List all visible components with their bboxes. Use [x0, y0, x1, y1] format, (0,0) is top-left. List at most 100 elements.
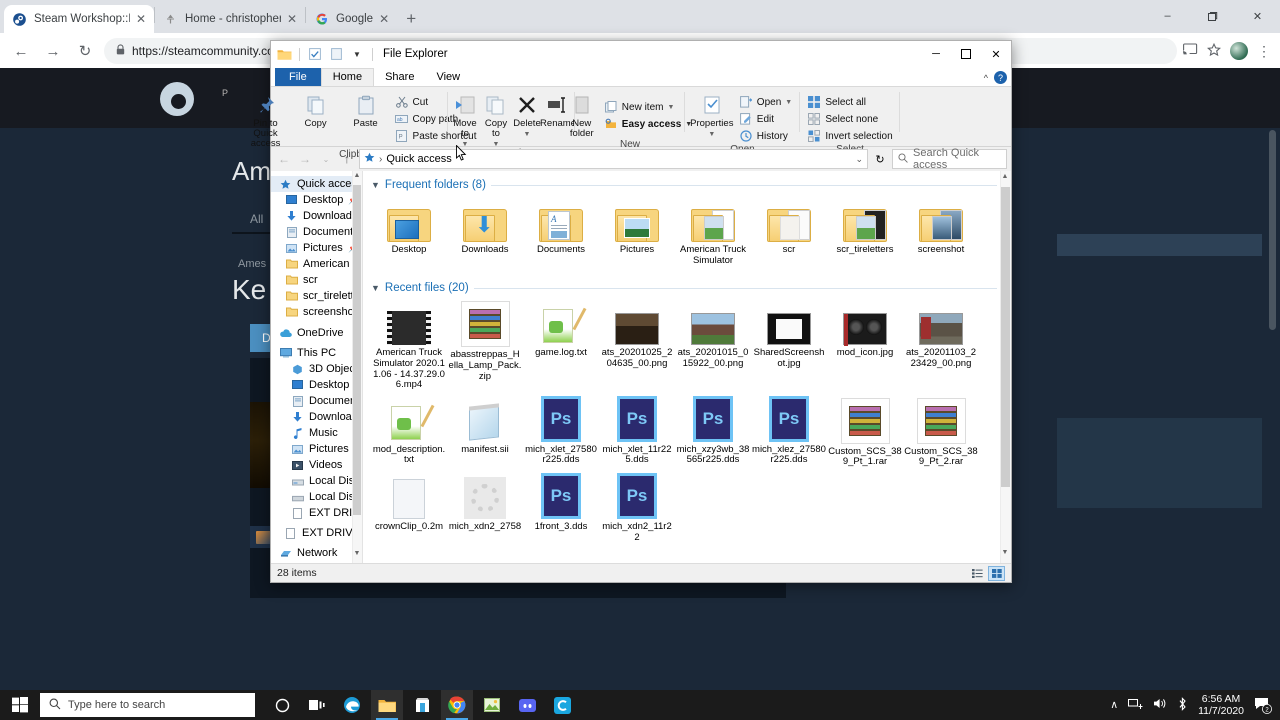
folder-tile[interactable]: scr_tireletters	[827, 195, 903, 270]
notification-center-icon[interactable]: 2	[1254, 696, 1272, 714]
file-tile[interactable]: crownClip_0.2m	[371, 472, 447, 547]
bluetooth-icon[interactable]	[1177, 696, 1188, 714]
ribbon-tab-file[interactable]: File	[275, 68, 321, 86]
nav-item-screenshot[interactable]: screenshot	[271, 304, 362, 320]
large-icons-view-button[interactable]	[988, 565, 1005, 581]
maximize-button[interactable]	[951, 41, 981, 67]
invert-selection-button[interactable]: Invert selection	[804, 128, 895, 144]
nav-item-this-pc-downloads[interactable]: Downloads	[271, 409, 362, 425]
file-pane-scrollbar[interactable]: ▲ ▼	[1000, 171, 1011, 563]
nav-item-desktop[interactable]: Desktop 📌	[271, 192, 362, 208]
minimize-button[interactable]: ─	[921, 41, 951, 67]
nav-item-downloads[interactable]: Downloads 📌	[271, 208, 362, 224]
file-tile[interactable]: Ps mich_xlet_11r225.dds	[599, 395, 675, 472]
new-tab-button[interactable]: +	[397, 5, 425, 33]
scrollbar-thumb[interactable]	[353, 185, 361, 515]
nav-item-onedrive[interactable]: OneDrive	[271, 325, 362, 341]
nav-item-ext-drive-f-2[interactable]: EXT DRIVE (F:)	[271, 525, 362, 541]
copy-button[interactable]: Copy	[292, 91, 340, 129]
nav-item-videos[interactable]: Videos	[271, 457, 362, 473]
nav-item-documents[interactable]: Documents 📌	[271, 224, 362, 240]
folder-tile[interactable]: scr	[751, 195, 827, 270]
chevron-down-icon[interactable]: ▼	[785, 99, 792, 106]
scroll-down-icon[interactable]: ▼	[353, 550, 361, 562]
file-tile[interactable]: mod_icon.jpg	[827, 298, 903, 395]
help-icon[interactable]: ?	[994, 71, 1007, 84]
file-tile[interactable]: Custom_SCS_389_Pt_2.rar	[903, 395, 979, 472]
nav-item-pictures[interactable]: Pictures 📌	[271, 240, 362, 256]
nav-item-quick-access[interactable]: Quick access	[271, 176, 362, 192]
move-to-button[interactable]: Move to ▼	[450, 91, 481, 148]
folder-tile[interactable]: American Truck Simulator	[675, 195, 751, 270]
back-icon[interactable]: ←	[8, 38, 34, 64]
edge-icon[interactable]	[336, 690, 368, 720]
navigation-pane[interactable]: Quick access Desktop 📌 Downloads 📌 Docum…	[271, 171, 363, 563]
file-tile[interactable]: Custom_SCS_389_Pt_1.rar	[827, 395, 903, 472]
chevron-down-icon[interactable]: ⌄	[855, 154, 863, 165]
file-tile[interactable]: Ps mich_xlet_27580r225.dds	[523, 395, 599, 472]
nav-item-scr[interactable]: scr	[271, 272, 362, 288]
file-tile[interactable]: ats_20201015_015922_00.png	[675, 298, 751, 395]
search-input[interactable]: Search Quick access	[892, 147, 1007, 171]
checkbox-icon[interactable]	[306, 45, 324, 63]
history-button[interactable]: History	[736, 128, 795, 144]
details-view-button[interactable]	[969, 566, 986, 581]
minimize-button[interactable]: –	[1145, 0, 1190, 32]
nav-item-this-pc-pictures[interactable]: Pictures	[271, 441, 362, 457]
page-icon[interactable]	[327, 45, 345, 63]
file-tile[interactable]: ats_20201025_204635_00.png	[599, 298, 675, 395]
group-header-frequent-folders[interactable]: ▼ Frequent folders (8)	[371, 179, 1011, 191]
network-tray-icon[interactable]	[1128, 697, 1143, 713]
photos-icon[interactable]	[476, 690, 508, 720]
close-button[interactable]: ✕	[981, 41, 1011, 67]
file-tile[interactable]: American Truck Simulator 2020.11.06 - 14…	[371, 298, 447, 395]
volume-icon[interactable]	[1153, 697, 1167, 713]
file-tile[interactable]: Ps mich_xzy3wb_38565r225.dds	[675, 395, 751, 472]
reload-icon[interactable]: ↻	[72, 38, 98, 64]
chevron-down-icon[interactable]: ▼	[667, 104, 674, 111]
folder-tile[interactable]: A Documents	[523, 195, 599, 270]
file-tile[interactable]: manifest.sii	[447, 395, 523, 472]
folder-tile[interactable]: screenshot	[903, 195, 979, 270]
close-button[interactable]: ✕	[1235, 0, 1280, 32]
ribbon-tab-home[interactable]: Home	[320, 68, 375, 86]
file-tile[interactable]: abasstreppas_Hella_Lamp_Pack.zip	[447, 298, 523, 395]
file-tile[interactable]: Ps mich_xdn2_11r22	[599, 472, 675, 547]
file-tile[interactable]: Ps mich_xlez_27580r225.dds	[751, 395, 827, 472]
file-tile[interactable]: mich_xdn2_2758	[447, 472, 523, 547]
new-item-button[interactable]: New item ▼	[601, 99, 695, 115]
close-icon[interactable]: ✕	[136, 13, 146, 25]
forward-icon[interactable]: →	[40, 38, 66, 64]
nav-item-this-pc[interactable]: This PC	[271, 345, 362, 361]
nav-item-network[interactable]: Network	[271, 545, 362, 561]
chevron-up-icon[interactable]: ∧	[1110, 699, 1118, 711]
pin-to-quick-access-button[interactable]: Pin to Quick access	[242, 91, 290, 149]
file-tile[interactable]: SharedScreenshot.jpg	[751, 298, 827, 395]
file-explorer-icon[interactable]	[371, 690, 403, 720]
scroll-down-icon[interactable]: ▼	[1001, 549, 1009, 561]
nav-item-ext-drive-f-1[interactable]: EXT DRIVE (F:)	[271, 505, 362, 521]
nav-item-local-disk-c[interactable]: Local Disk (C:)	[271, 473, 362, 489]
group-header-recent-files[interactable]: ▼ Recent files (20)	[371, 282, 1011, 294]
delete-button[interactable]: Delete ▼	[512, 91, 543, 138]
easy-access-button[interactable]: Easy access ▼	[601, 116, 695, 132]
start-button[interactable]	[0, 690, 40, 720]
microsoft-store-icon[interactable]	[406, 690, 438, 720]
cortana-icon[interactable]	[266, 690, 298, 720]
nav-pane-scrollbar[interactable]: ▲ ▼	[352, 171, 362, 563]
collapse-ribbon-icon[interactable]: ^	[984, 73, 988, 83]
nav-item-this-pc-desktop[interactable]: Desktop	[271, 377, 362, 393]
close-icon[interactable]: ✕	[287, 13, 297, 25]
file-tile[interactable]: Ps 1front_3.dds	[523, 472, 599, 547]
properties-button[interactable]: Properties ▼	[690, 91, 734, 138]
cast-icon[interactable]	[1183, 43, 1198, 59]
file-list-pane[interactable]: ▼ Frequent folders (8) Desktop ⬇ Downloa…	[363, 171, 1011, 563]
browser-tab-0[interactable]: Steam Workshop::Kenworth W90 ✕	[4, 5, 154, 33]
nav-item-3d-objects[interactable]: 3D Objects	[271, 361, 362, 377]
nav-item-local-disk-d[interactable]: Local Disk 2 (D:)	[271, 489, 362, 505]
open-button[interactable]: Open ▼	[736, 94, 795, 110]
dropdown-caret-icon[interactable]: ▼	[348, 45, 366, 63]
taskbar-clock[interactable]: 6:56 AM 11/7/2020	[1198, 693, 1244, 718]
browser-tab-1[interactable]: Home - christopher consultants ✕	[155, 5, 305, 33]
page-scrollbar[interactable]	[1269, 130, 1276, 330]
